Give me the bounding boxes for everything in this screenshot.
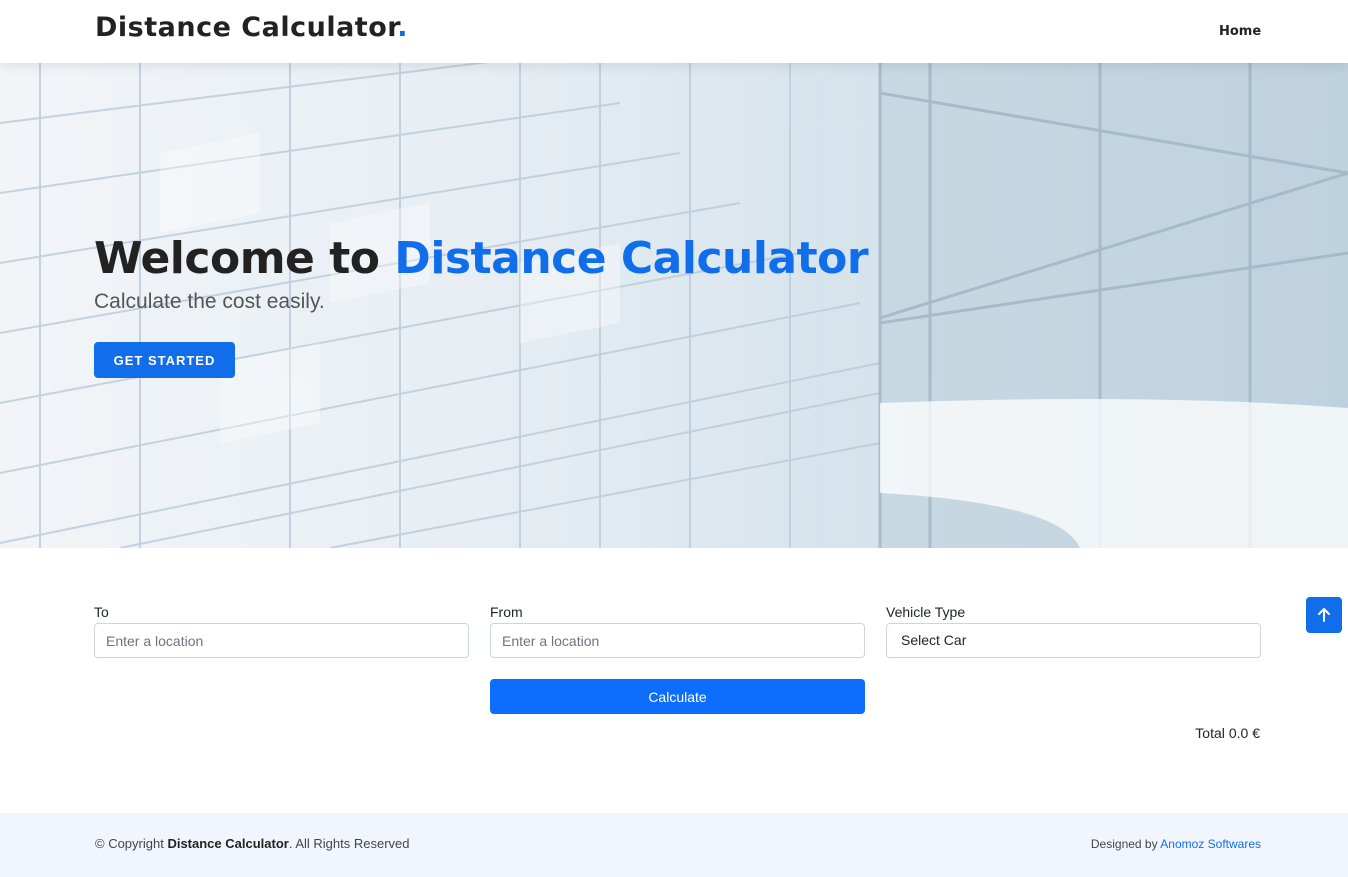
total-label: Total xyxy=(1195,725,1225,741)
hero-title-prefix: Welcome to xyxy=(94,233,395,284)
total-display: Total 0.0 € xyxy=(1195,725,1260,741)
from-label: From xyxy=(490,604,523,620)
copyright-text: © Copyright Distance Calculator. All Rig… xyxy=(95,836,410,851)
to-label: To xyxy=(94,604,109,620)
copyright-brand: Distance Calculator xyxy=(167,836,289,851)
logo-text: Distance Calculator xyxy=(95,12,398,43)
copyright-prefix: © Copyright xyxy=(95,836,168,851)
hero-title-accent: Distance Calculator xyxy=(394,233,869,284)
designer-link[interactable]: Anomoz Softwares xyxy=(1160,837,1261,851)
copyright-suffix: . All Rights Reserved xyxy=(288,836,410,851)
site-header: Distance Calculator. Home xyxy=(0,0,1348,63)
nav-home-link[interactable]: Home xyxy=(1219,24,1261,39)
credits-text: Designed by Anomoz Softwares xyxy=(1091,837,1261,851)
get-started-button[interactable]: GET STARTED xyxy=(94,342,235,378)
from-location-input[interactable] xyxy=(490,623,865,658)
designed-by-label: Designed by xyxy=(1090,837,1161,851)
arrow-up-icon xyxy=(1318,608,1330,622)
vehicle-type-selected: Select Car xyxy=(901,632,967,648)
site-logo[interactable]: Distance Calculator. xyxy=(95,12,408,43)
to-location-input[interactable] xyxy=(94,623,469,658)
vehicle-type-select[interactable]: Select Car xyxy=(886,623,1261,658)
hero-subtitle: Calculate the cost easily. xyxy=(94,290,325,313)
calculate-button[interactable]: Calculate xyxy=(490,679,865,714)
site-footer: © Copyright Distance Calculator. All Rig… xyxy=(0,813,1348,877)
back-to-top-button[interactable] xyxy=(1306,597,1342,633)
logo-dot: . xyxy=(397,12,408,43)
hero-title: Welcome to Distance Calculator xyxy=(94,233,869,284)
hero-section: Welcome to Distance Calculator Calculate… xyxy=(0,63,1348,548)
total-value: 0.0 € xyxy=(1228,725,1260,741)
vehicle-type-label: Vehicle Type xyxy=(886,604,966,620)
